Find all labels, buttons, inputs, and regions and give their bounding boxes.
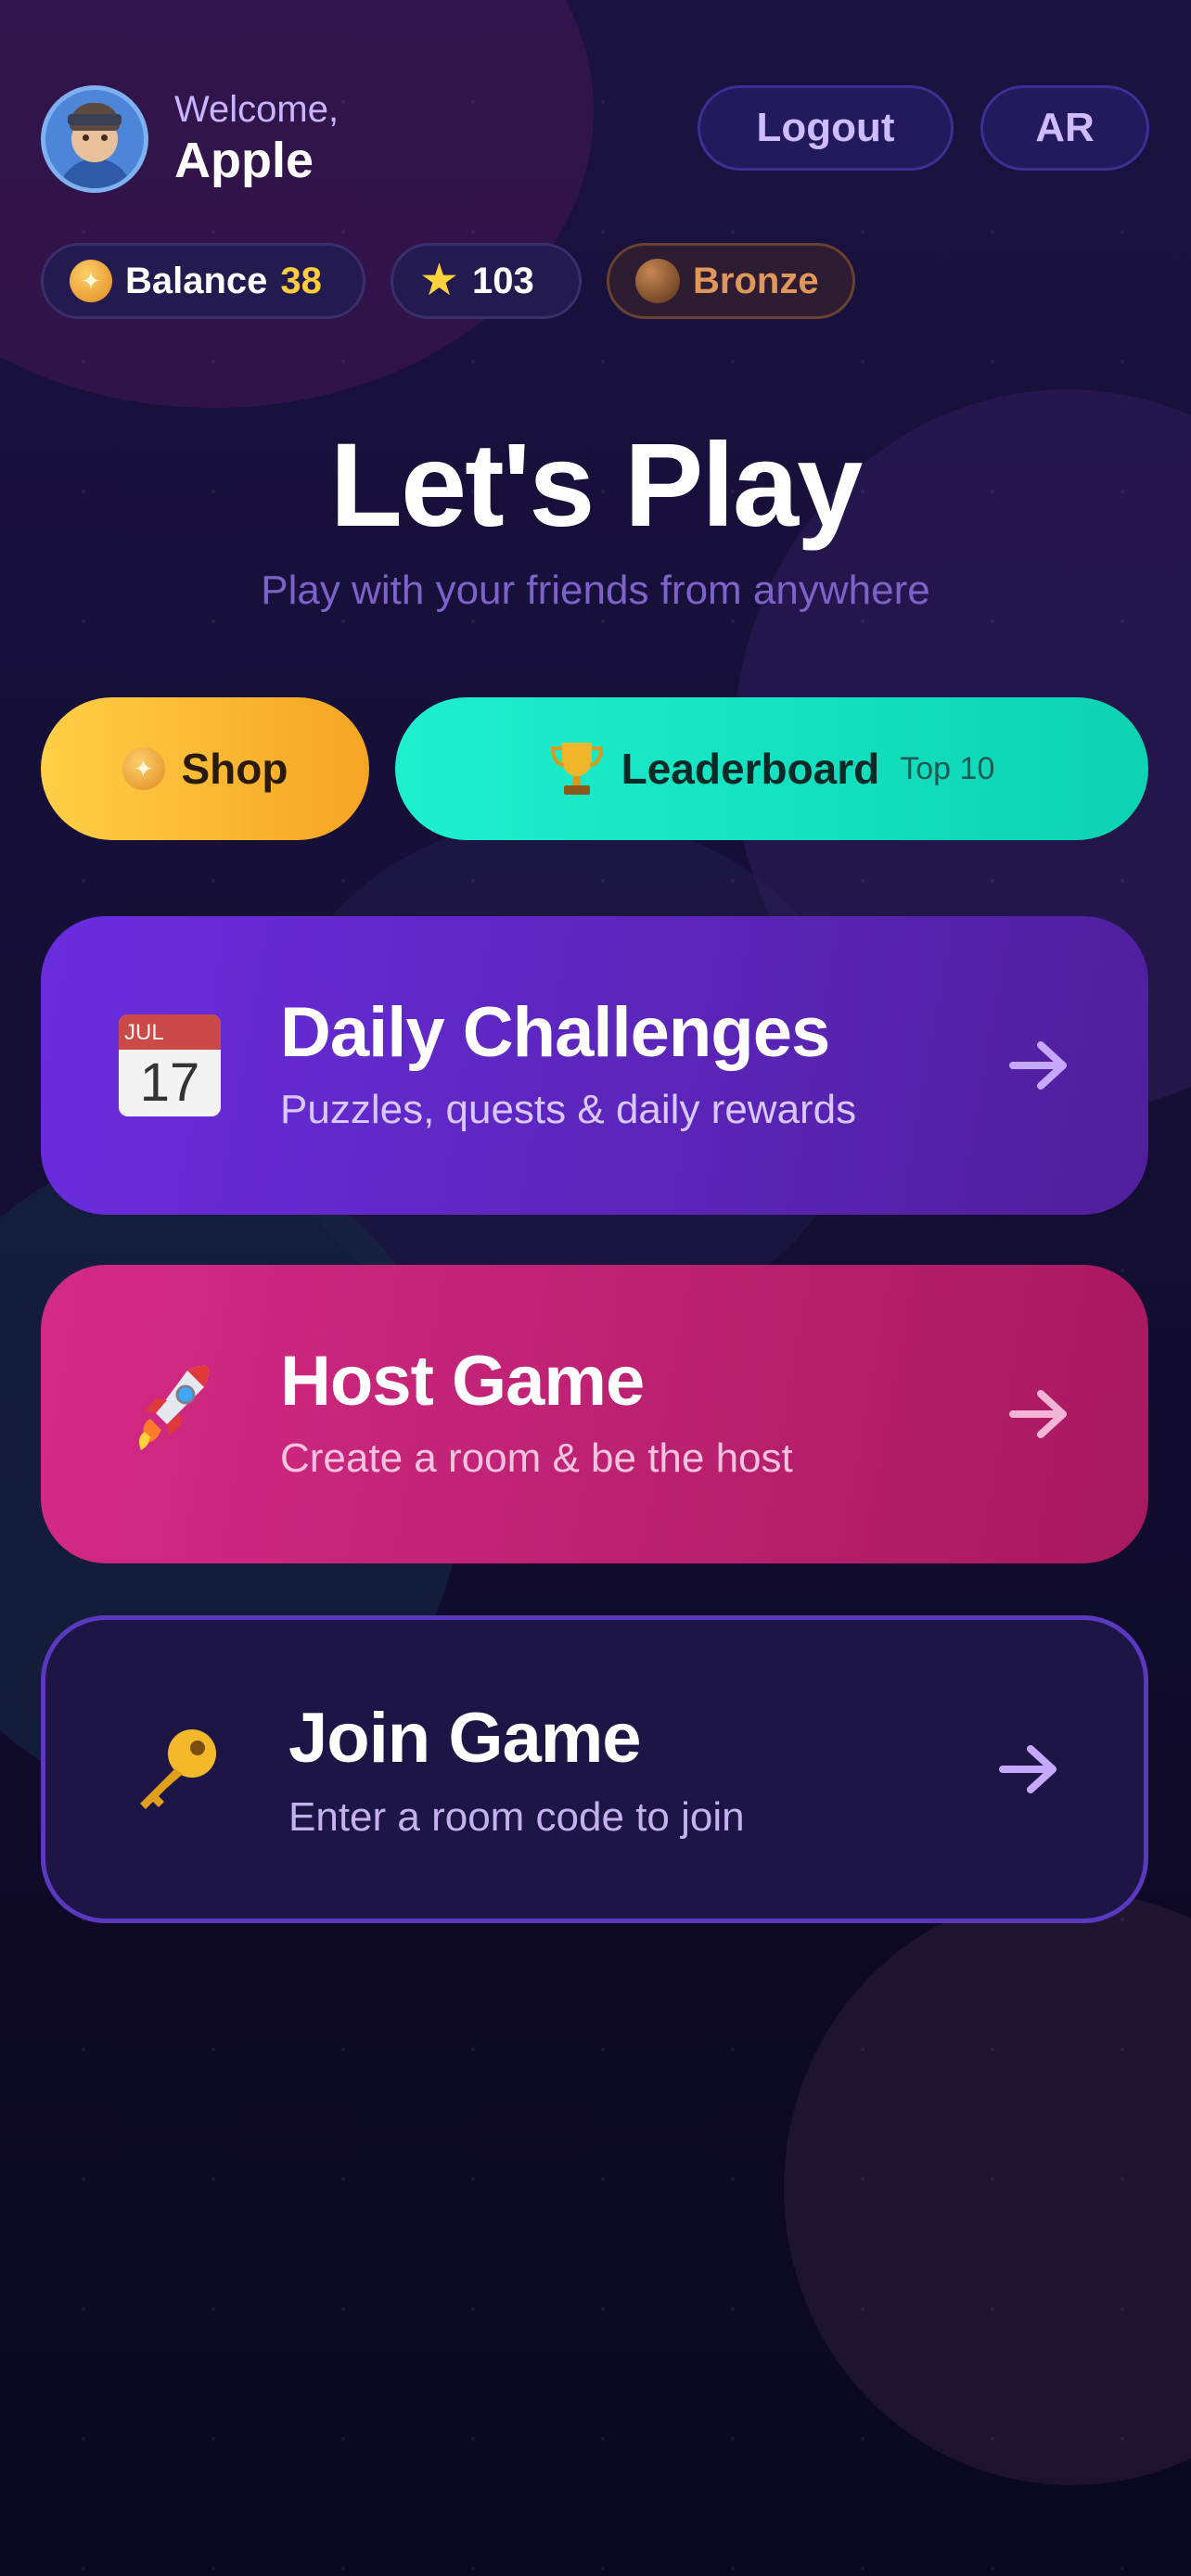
language-toggle-button[interactable]: AR [980, 85, 1149, 171]
card-subtitle: Enter a room code to join [288, 1794, 745, 1840]
trophy-icon [550, 743, 603, 795]
arrow-right-icon [999, 1745, 1057, 1793]
host-game-card[interactable]: Host Game Create a room & be the host [41, 1265, 1148, 1563]
page-subtitle: Play with your friends from anywhere [261, 567, 930, 613]
card-title: Host Game [280, 1342, 645, 1421]
leaderboard-button[interactable]: Leaderboard Top 10 [395, 697, 1148, 840]
stars-badge: ★ 103 [391, 243, 582, 319]
logout-button[interactable]: Logout [698, 85, 954, 171]
rank-badge: Bronze [607, 243, 855, 319]
balance-label: Balance [125, 260, 268, 301]
avatar-eye [101, 134, 108, 141]
home-screen: Welcome, Apple Logout AR ✦ Balance 38 ★ … [0, 0, 1191, 2576]
username: Apple [174, 133, 314, 188]
card-title: Daily Challenges [280, 993, 830, 1072]
arrow-right-icon [1009, 1041, 1067, 1090]
daily-challenges-card[interactable]: JUL 17 Daily Challenges Puzzles, quests … [41, 916, 1148, 1215]
arrow-right-icon [1009, 1390, 1067, 1438]
leaderboard-label: Leaderboard [621, 745, 880, 793]
star-icon: ★ [419, 256, 460, 305]
calendar-icon: JUL 17 [119, 1014, 221, 1116]
coin-icon: ✦ [70, 260, 112, 302]
balance-value: 38 [280, 260, 322, 301]
shop-button[interactable]: ✦ Shop [41, 697, 369, 840]
shop-label: Shop [181, 745, 288, 793]
card-subtitle: Puzzles, quests & daily rewards [280, 1087, 857, 1132]
bronze-medal-icon [635, 259, 680, 303]
calendar-month: JUL [124, 1020, 164, 1045]
join-game-card[interactable]: Join Game Enter a room code to join [41, 1615, 1148, 1923]
avatar-body [58, 159, 133, 188]
welcome-label: Welcome, [174, 89, 339, 130]
balance-badge: ✦ Balance 38 [41, 243, 365, 319]
stars-value: 103 [472, 260, 534, 301]
rocket-icon [138, 1365, 210, 1450]
leaderboard-sublabel: Top 10 [900, 750, 995, 786]
card-subtitle: Create a room & be the host [280, 1435, 793, 1481]
card-title: Join Game [288, 1699, 642, 1778]
page-title: Let's Play [329, 419, 864, 552]
rank-label: Bronze [693, 260, 819, 301]
key-icon [140, 1729, 216, 1809]
avatar[interactable] [41, 85, 148, 193]
avatar-headset [68, 114, 122, 125]
calendar-day: 17 [139, 1052, 200, 1113]
avatar-eye [83, 134, 89, 141]
coin-icon: ✦ [122, 747, 165, 790]
